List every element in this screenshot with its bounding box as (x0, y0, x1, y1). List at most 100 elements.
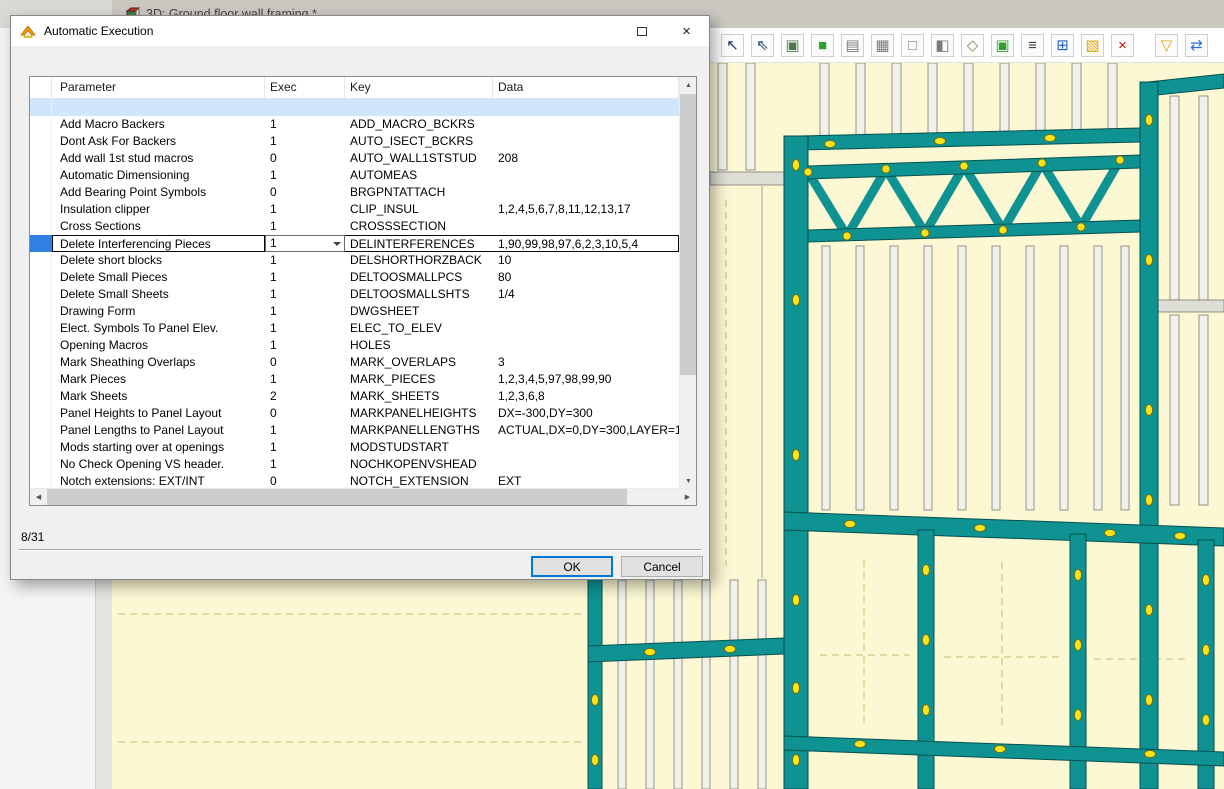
cell-parameter[interactable]: Panel Lengths to Panel Layout (52, 422, 265, 439)
row-stub[interactable] (30, 99, 52, 116)
cell-exec[interactable]: 1 (265, 218, 345, 235)
cell-key[interactable]: MARK_PIECES (345, 371, 493, 388)
scroll-right-icon[interactable]: ▶ (679, 489, 696, 506)
table-row[interactable]: Delete Small Sheets1DELTOOSMALLSHTS1/4 (30, 286, 696, 303)
cell-parameter[interactable]: Add Macro Backers (52, 116, 265, 133)
cell-data[interactable]: DX=-300,DY=300 (493, 405, 679, 422)
chevron-down-icon[interactable] (329, 236, 344, 251)
cell-exec[interactable]: 1 (265, 116, 345, 133)
cell-exec[interactable]: 1 (265, 201, 345, 218)
select-add-icon[interactable]: ⇖ (751, 34, 774, 57)
cell-key[interactable]: AUTO_ISECT_BCKRS (345, 133, 493, 150)
table-row[interactable]: Cross Sections1CROSSSECTION (30, 218, 696, 235)
cell-parameter[interactable]: Delete Small Pieces (52, 269, 265, 286)
row-stub[interactable] (30, 184, 52, 201)
cell-exec[interactable]: 0 (265, 354, 345, 371)
cell-exec[interactable]: 1 (265, 133, 345, 150)
table-row[interactable]: Delete Interferencing Pieces1DELINTERFER… (30, 235, 696, 252)
row-stub[interactable] (30, 337, 52, 354)
row-stub[interactable] (30, 269, 52, 286)
row-stub[interactable] (30, 235, 52, 252)
pick-part-icon[interactable]: ▣ (781, 34, 804, 57)
cell-parameter[interactable]: Dont Ask For Backers (52, 133, 265, 150)
cell-parameter[interactable]: Delete Small Sheets (52, 286, 265, 303)
cell-exec[interactable]: 1 (265, 439, 345, 456)
row-stub[interactable] (30, 371, 52, 388)
row-stub[interactable] (30, 167, 52, 184)
column-header-exec[interactable]: Exec (265, 77, 345, 98)
row-stub[interactable] (30, 133, 52, 150)
cell-key[interactable]: CLIP_INSUL (345, 201, 493, 218)
cell-data[interactable] (493, 439, 679, 456)
table-row[interactable]: Add Bearing Point Symbols0BRGPNTATTACH (30, 184, 696, 201)
delete-icon[interactable]: × (1111, 34, 1134, 57)
cell-key[interactable]: DELTOOSMALLSHTS (345, 286, 493, 303)
table-row[interactable]: Mods starting over at openings1MODSTUDST… (30, 439, 696, 456)
row-stub[interactable] (30, 116, 52, 133)
cell-exec[interactable]: 1 (265, 252, 345, 269)
cell-key[interactable]: NOCHKOPENVSHEAD (345, 456, 493, 473)
cell-parameter[interactable]: Drawing Form (52, 303, 265, 320)
cell-data[interactable] (493, 184, 679, 201)
table-row[interactable]: Dont Ask For Backers1AUTO_ISECT_BCKRS (30, 133, 696, 150)
cell-data[interactable] (493, 167, 679, 184)
cell-data[interactable]: 1,90,99,98,97,6,2,3,10,5,4 (493, 235, 679, 252)
table-row[interactable]: Mark Sheathing Overlaps0MARK_OVERLAPS3 (30, 354, 696, 371)
cell-exec[interactable]: 1 (265, 286, 345, 303)
horizontal-scrollbar[interactable]: ◀ ▶ (30, 488, 696, 505)
part-list-icon[interactable]: ≡ (1021, 34, 1044, 57)
cell-exec[interactable]: 0 (265, 184, 345, 201)
cell-data[interactable]: 10 (493, 252, 679, 269)
cell-key[interactable]: AUTO_WALL1STSTUD (345, 150, 493, 167)
swap-view-icon[interactable]: ⇄ (1185, 34, 1208, 57)
cell-parameter[interactable]: Mark Sheets (52, 388, 265, 405)
cell-key[interactable]: DELTOOSMALLPCS (345, 269, 493, 286)
close-button[interactable]: × (664, 16, 709, 46)
row-stub[interactable] (30, 456, 52, 473)
cell-parameter[interactable] (52, 99, 265, 116)
cell-parameter[interactable]: Automatic Dimensioning (52, 167, 265, 184)
maximize-button[interactable] (619, 16, 664, 46)
row-stub[interactable] (30, 252, 52, 269)
column-header-data[interactable]: Data (493, 77, 679, 98)
table-row[interactable]: Automatic Dimensioning1AUTOMEAS (30, 167, 696, 184)
cell-parameter[interactable]: Panel Heights to Panel Layout (52, 405, 265, 422)
cell-parameter[interactable]: Add wall 1st stud macros (52, 150, 265, 167)
cell-data[interactable]: 1,2,3,4,5,97,98,99,90 (493, 371, 679, 388)
scroll-left-icon[interactable]: ◀ (30, 489, 47, 506)
table-row[interactable]: Delete short blocks1DELSHORTHORZBACK10 (30, 252, 696, 269)
cell-parameter[interactable]: Delete short blocks (52, 252, 265, 269)
cell-parameter[interactable]: Mods starting over at openings (52, 439, 265, 456)
cell-data[interactable] (493, 337, 679, 354)
table-row[interactable]: Add wall 1st stud macros0AUTO_WALL1STSTU… (30, 150, 696, 167)
select-arrow-icon[interactable]: ↖ (721, 34, 744, 57)
cell-exec[interactable]: 1 (265, 371, 345, 388)
row-stub[interactable] (30, 439, 52, 456)
table-row[interactable]: Elect. Symbols To Panel Elev.1ELEC_TO_EL… (30, 320, 696, 337)
filter-icon[interactable]: ▽ (1155, 34, 1178, 57)
highlight-icon[interactable]: ▧ (1081, 34, 1104, 57)
vertical-scroll-thumb[interactable] (680, 94, 696, 375)
cell-key[interactable]: DELSHORTHORZBACK (345, 252, 493, 269)
row-stub[interactable] (30, 320, 52, 337)
cell-parameter[interactable]: Delete Interferencing Pieces (52, 235, 265, 252)
cell-parameter[interactable]: Insulation clipper (52, 201, 265, 218)
row-stub[interactable] (30, 354, 52, 371)
cell-exec[interactable]: 2 (265, 388, 345, 405)
cell-parameter[interactable]: Opening Macros (52, 337, 265, 354)
cell-key[interactable]: HOLES (345, 337, 493, 354)
cell-exec[interactable]: 1 (265, 235, 345, 252)
cell-key[interactable]: BRGPNTATTACH (345, 184, 493, 201)
wireframe-view-icon[interactable]: ▦ (871, 34, 894, 57)
cell-data[interactable] (493, 456, 679, 473)
cell-key[interactable]: CROSSSECTION (345, 218, 493, 235)
cell-parameter[interactable]: Mark Sheathing Overlaps (52, 354, 265, 371)
column-header-parameter[interactable]: Parameter (52, 77, 265, 98)
iso-cube-icon[interactable]: ◇ (961, 34, 984, 57)
cell-key[interactable] (345, 99, 493, 116)
cell-key[interactable]: ADD_MACRO_BCKRS (345, 116, 493, 133)
row-stub[interactable] (30, 201, 52, 218)
cell-key[interactable]: AUTOMEAS (345, 167, 493, 184)
cell-data[interactable] (493, 133, 679, 150)
row-stub[interactable] (30, 286, 52, 303)
